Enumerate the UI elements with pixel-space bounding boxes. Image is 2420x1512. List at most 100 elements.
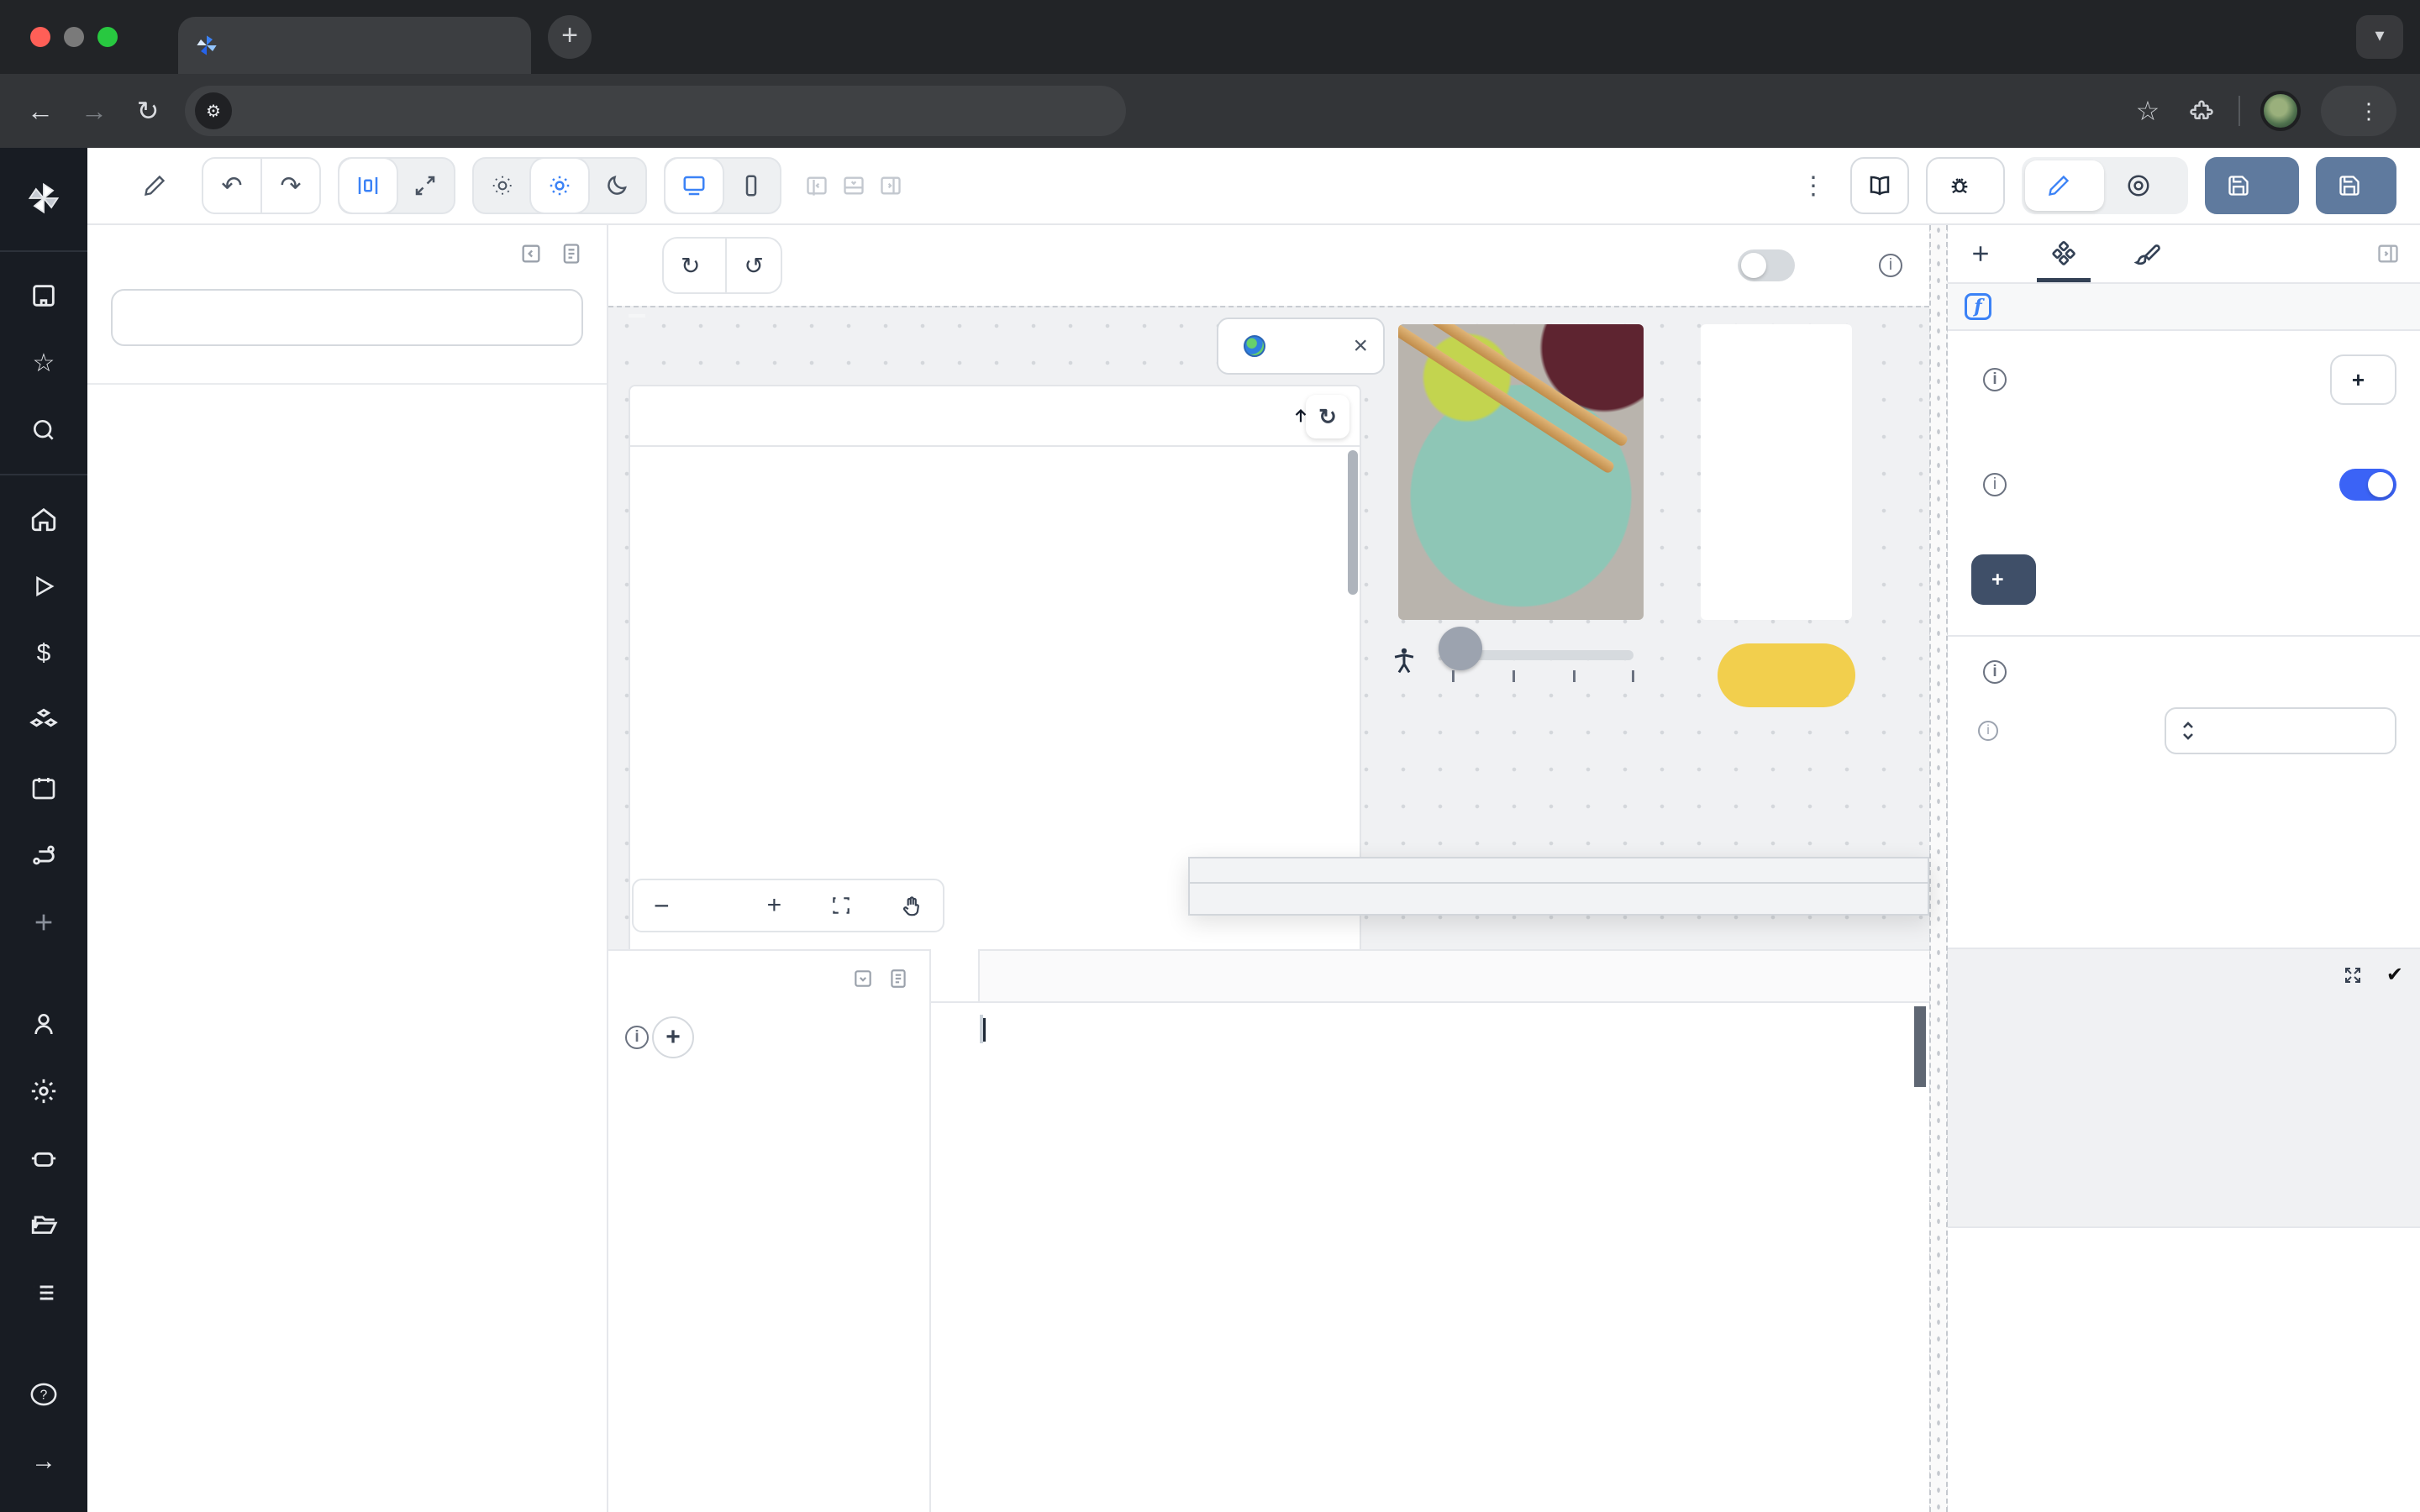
clear-select-icon[interactable]: × bbox=[1353, 332, 1368, 360]
outputs-search[interactable] bbox=[111, 289, 583, 346]
routes-icon[interactable] bbox=[15, 830, 72, 880]
on-success-select[interactable] bbox=[2165, 707, 2396, 754]
schedules-calendar-icon[interactable] bbox=[15, 763, 72, 813]
add-icon[interactable] bbox=[15, 897, 72, 948]
info-icon[interactable]: i bbox=[1983, 473, 2007, 496]
more-options-kebab-icon[interactable]: ⋮ bbox=[1793, 165, 1833, 206]
component-settings-tab[interactable] bbox=[2050, 225, 2077, 282]
hide-bottom-panel-icon[interactable] bbox=[842, 174, 865, 197]
home-icon[interactable] bbox=[15, 494, 72, 544]
info-icon[interactable]: i bbox=[1978, 721, 1998, 741]
doc-panel-icon[interactable] bbox=[560, 242, 583, 265]
editor-body[interactable] bbox=[931, 1003, 1929, 1512]
forward-icon[interactable]: → bbox=[77, 96, 111, 127]
panel-resize-gutter[interactable] bbox=[1929, 225, 1948, 1512]
settings-gear-icon[interactable] bbox=[15, 1066, 72, 1116]
info-icon[interactable]: i bbox=[1983, 368, 2007, 391]
refresh-history-button[interactable]: ↺ bbox=[727, 239, 780, 292]
light-theme-icon[interactable] bbox=[531, 159, 588, 213]
styling-brush-tab[interactable] bbox=[2134, 225, 2161, 282]
collapse-runnables-icon[interactable] bbox=[852, 968, 874, 990]
info-icon[interactable]: i bbox=[625, 1026, 649, 1049]
maximize-window-button[interactable] bbox=[97, 27, 118, 47]
tab-search-button[interactable]: ▾ bbox=[2356, 15, 2403, 59]
collapse-panel-icon[interactable] bbox=[519, 242, 543, 265]
redo-icon[interactable]: ↷ bbox=[262, 159, 319, 213]
undo-icon[interactable]: ↶ bbox=[203, 159, 260, 213]
favorites-star-icon[interactable]: ☆ bbox=[15, 338, 72, 388]
add-dependency-button[interactable]: + bbox=[1971, 554, 2036, 605]
collapse-right-panel-icon[interactable] bbox=[2376, 242, 2400, 265]
refresh-components-button[interactable]: ↻ bbox=[664, 239, 725, 292]
dark-theme-icon[interactable] bbox=[588, 159, 645, 213]
user-icon[interactable] bbox=[15, 999, 72, 1049]
hide-left-panel-icon[interactable] bbox=[805, 174, 829, 197]
desktop-icon[interactable] bbox=[666, 159, 723, 213]
add-transformer-button[interactable]: + bbox=[2330, 354, 2396, 405]
bookmark-star-icon[interactable]: ☆ bbox=[2131, 95, 2165, 127]
editor-tab[interactable] bbox=[2025, 160, 2104, 211]
windmill-logo[interactable] bbox=[15, 173, 72, 223]
site-settings-icon[interactable]: ⚙ bbox=[195, 92, 232, 129]
workspace-icon[interactable] bbox=[15, 270, 72, 321]
list-icon[interactable] bbox=[15, 1268, 72, 1318]
edit-title-pencil-icon[interactable] bbox=[134, 165, 175, 206]
help-icon[interactable]: ? bbox=[15, 1369, 72, 1420]
left-nav-rail: ☆ $ ? → bbox=[0, 148, 87, 1512]
hide-bar-toggle[interactable] bbox=[1738, 249, 1795, 281]
mobile-icon[interactable] bbox=[723, 159, 780, 213]
undo-redo-group: ↶ ↷ bbox=[202, 157, 321, 214]
runs-play-icon[interactable] bbox=[15, 561, 72, 612]
zoom-out-icon[interactable]: − bbox=[654, 890, 670, 921]
pan-hand-icon[interactable] bbox=[901, 895, 923, 916]
browser-update-button[interactable]: ⋮ bbox=[2321, 86, 2396, 136]
debug-runs-button[interactable] bbox=[1926, 157, 2005, 214]
info-icon[interactable]: i bbox=[1879, 254, 1902, 277]
doc-icon[interactable] bbox=[887, 968, 909, 990]
cuisine-select[interactable]: × bbox=[1217, 318, 1385, 375]
back-icon[interactable]: ← bbox=[24, 96, 57, 127]
deploy-button[interactable] bbox=[2316, 157, 2396, 214]
hide-right-panel-icon[interactable] bbox=[879, 174, 902, 197]
expand-layout-icon[interactable] bbox=[397, 159, 454, 213]
resources-boxes-icon[interactable] bbox=[15, 696, 72, 746]
search-input[interactable] bbox=[129, 304, 565, 331]
add-background-runnable-button[interactable]: + bbox=[652, 1016, 694, 1058]
table-scrollbar[interactable] bbox=[1348, 450, 1358, 595]
close-window-button[interactable] bbox=[30, 27, 50, 47]
canvas-zoom-bar: − + bbox=[632, 879, 944, 932]
run-on-start-toggle[interactable] bbox=[2339, 469, 2396, 501]
auto-theme-icon[interactable] bbox=[474, 159, 531, 213]
zoom-in-icon[interactable]: + bbox=[767, 891, 782, 920]
collapse-arrow-icon[interactable]: → bbox=[15, 1436, 72, 1487]
variables-dollar-icon[interactable]: $ bbox=[15, 628, 72, 679]
new-tab-button[interactable]: + bbox=[548, 15, 592, 59]
preview-tab[interactable] bbox=[2104, 160, 2185, 211]
app-canvas: × ↻ bbox=[608, 306, 1929, 949]
fit-view-icon[interactable] bbox=[830, 895, 852, 916]
profile-avatar[interactable] bbox=[2260, 91, 2301, 131]
traffic-lights[interactable] bbox=[30, 27, 118, 47]
bg2-output-viewer bbox=[87, 383, 607, 412]
docs-book-button[interactable] bbox=[1850, 157, 1909, 214]
table-refresh-icon[interactable]: ↻ bbox=[1306, 395, 1349, 438]
draft-button[interactable] bbox=[2205, 157, 2299, 214]
browser-menu-icon[interactable]: ⋮ bbox=[2358, 98, 2380, 124]
info-icon[interactable]: i bbox=[1983, 660, 2007, 684]
insert-component-tab[interactable] bbox=[1968, 225, 1993, 282]
reload-icon[interactable]: ↻ bbox=[131, 95, 165, 127]
folder-open-icon[interactable] bbox=[15, 1200, 72, 1251]
search-icon[interactable] bbox=[15, 405, 72, 455]
center-layout-icon[interactable] bbox=[339, 159, 397, 213]
editor-scrollbar[interactable] bbox=[1914, 1006, 1926, 1087]
minimize-window-button[interactable] bbox=[64, 27, 84, 47]
auto-scroll-checkbox[interactable]: ✔ bbox=[2386, 963, 2403, 987]
url-field[interactable]: ⚙ bbox=[185, 86, 1126, 136]
robot-icon[interactable] bbox=[15, 1133, 72, 1184]
browser-tab[interactable] bbox=[178, 17, 531, 74]
recipe-button[interactable] bbox=[1718, 643, 1855, 707]
slider-handle[interactable] bbox=[1439, 627, 1482, 670]
editor-tab-recompute[interactable] bbox=[931, 949, 980, 1001]
expand-logs-icon[interactable] bbox=[2343, 965, 2363, 985]
extensions-icon[interactable] bbox=[2185, 98, 2218, 123]
